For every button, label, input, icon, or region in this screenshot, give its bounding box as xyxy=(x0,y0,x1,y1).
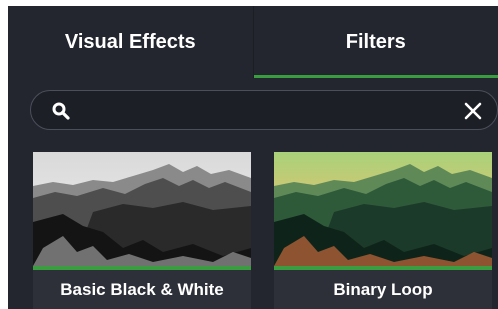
tab-filters[interactable]: Filters xyxy=(252,6,498,78)
tab-visual-effects-label: Visual Effects xyxy=(64,30,196,53)
effects-panel: Visual Effects Filters Basic Black & Whi… xyxy=(8,6,498,309)
filter-card-label: Binary Loop xyxy=(333,279,433,299)
filter-card-basic-black-white[interactable]: Basic Black & White xyxy=(33,152,251,309)
panel-tabs: Visual Effects Filters xyxy=(8,6,498,78)
filter-card-label: Basic Black & White xyxy=(60,279,224,299)
search-box xyxy=(30,90,498,130)
filter-thumbnail-basic-black-white xyxy=(33,152,251,266)
close-icon[interactable] xyxy=(463,101,483,121)
filter-card-binary-loop[interactable]: Binary Loop xyxy=(274,152,492,309)
search-icon xyxy=(51,101,71,121)
search-input[interactable] xyxy=(79,97,443,125)
tab-visual-effects[interactable]: Visual Effects xyxy=(8,6,253,78)
filter-thumbnail-binary-loop xyxy=(274,152,492,266)
tab-filters-label: Filters xyxy=(345,30,406,53)
